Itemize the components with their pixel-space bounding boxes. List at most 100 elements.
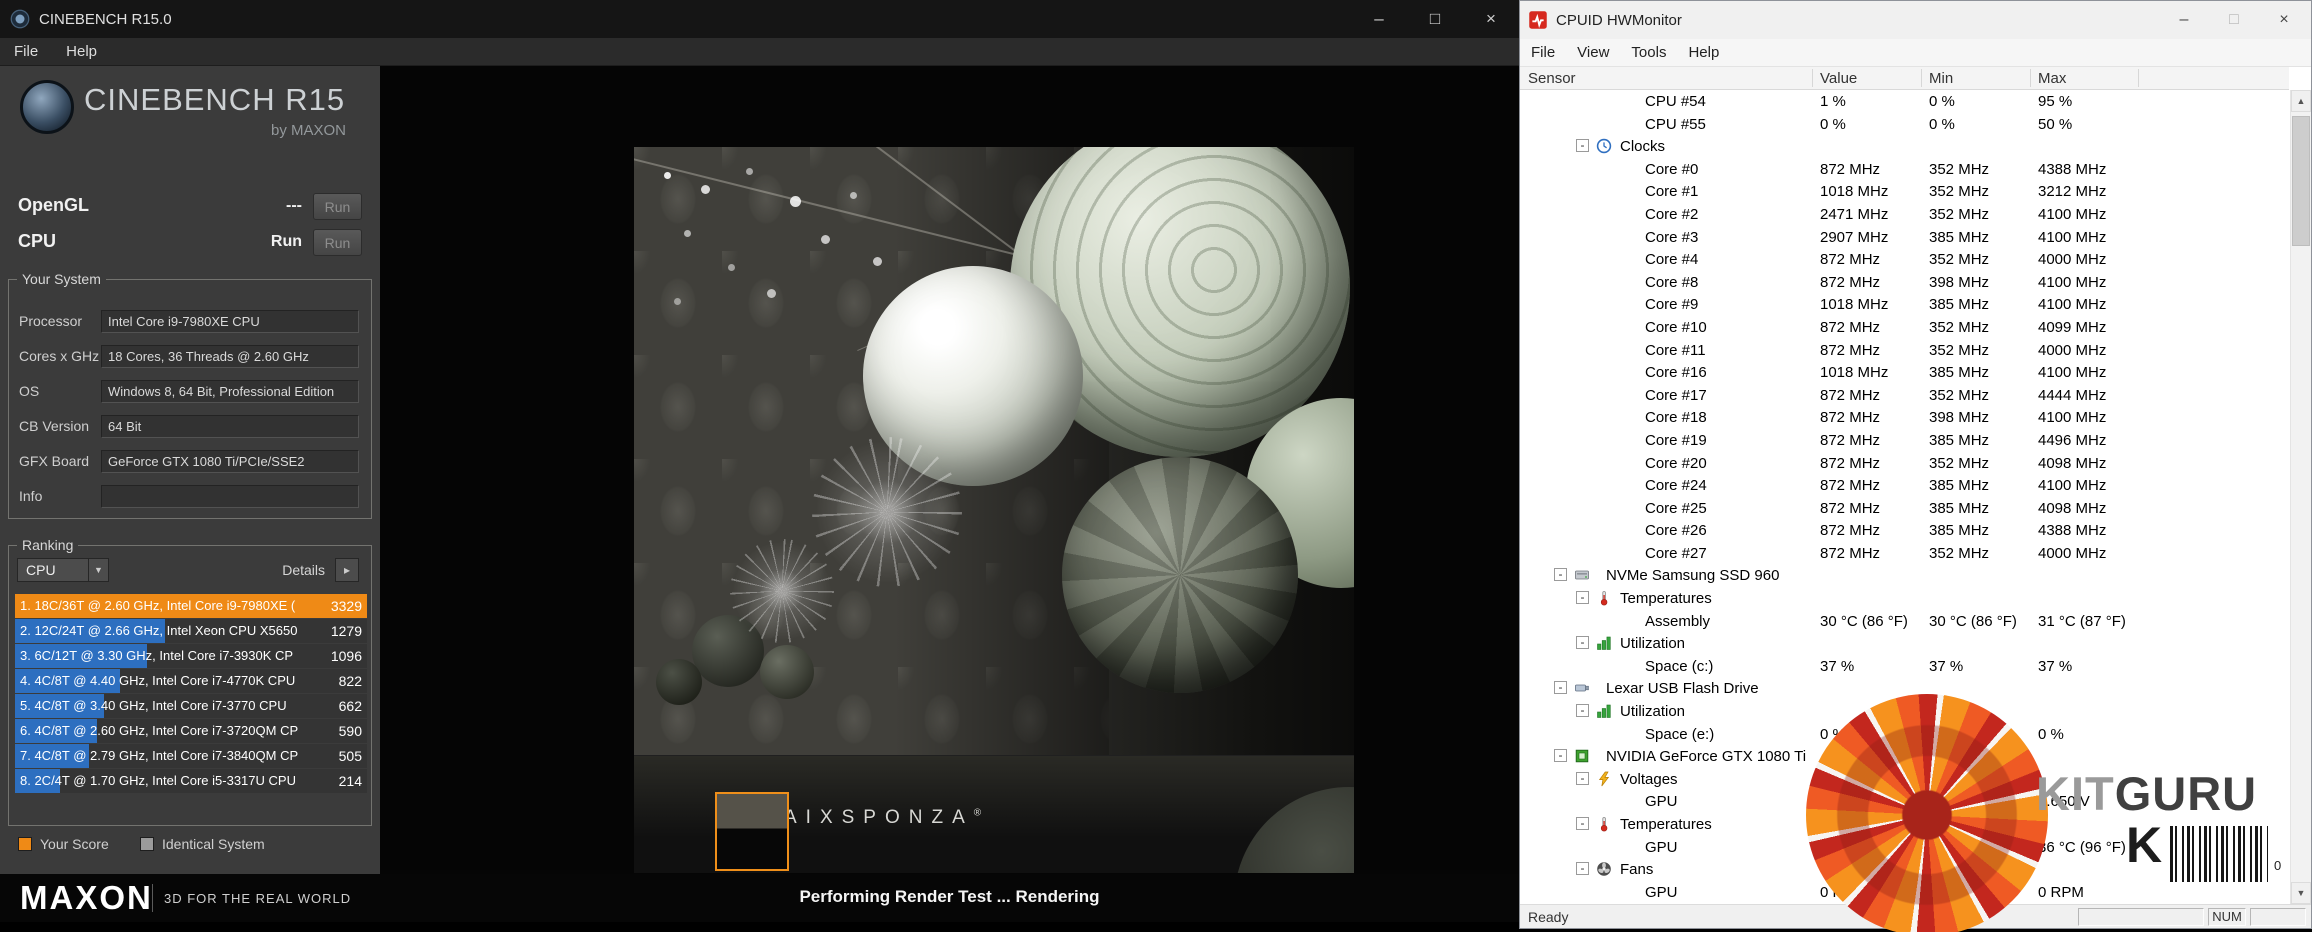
close-icon[interactable]: × xyxy=(1463,0,1519,38)
system-field-value[interactable] xyxy=(101,485,359,508)
column-separator[interactable] xyxy=(1921,69,1922,87)
column-separator[interactable] xyxy=(1812,69,1813,87)
sensor-max: 0 RPM xyxy=(2038,884,2084,901)
sensor-max: 4098 MHz xyxy=(2038,455,2106,472)
cinebench-titlebar[interactable]: CINEBENCH R15.0 – □ × xyxy=(0,0,1519,38)
ranking-row[interactable]: 1. 18C/36T @ 2.60 GHz, Intel Core i9-798… xyxy=(15,594,367,618)
maximize-icon[interactable]: □ xyxy=(1407,0,1463,38)
temp-icon xyxy=(1596,816,1612,832)
scroll-down-icon[interactable]: ▼ xyxy=(2291,882,2311,904)
details-button[interactable]: ▸ xyxy=(335,558,359,582)
tree-expander-icon[interactable]: - xyxy=(1576,772,1589,785)
system-field-value[interactable]: Windows 8, 64 Bit, Professional Edition xyxy=(101,380,359,403)
maximize-icon[interactable]: □ xyxy=(2209,1,2259,39)
sensor-row[interactable]: Core #22471 MHz352 MHz4100 MHz xyxy=(1520,203,2289,226)
sensor-row[interactable]: Core #19872 MHz385 MHz4496 MHz xyxy=(1520,429,2289,452)
sensor-max: 0 % xyxy=(2038,726,2064,743)
sensor-row[interactable]: Core #11018 MHz352 MHz3212 MHz xyxy=(1520,180,2289,203)
sensor-row[interactable]: Core #18872 MHz398 MHz4100 MHz xyxy=(1520,406,2289,429)
small-ornament xyxy=(656,659,702,705)
system-fields: Processor Intel Core i9-7980XE CPU Cores… xyxy=(9,280,371,520)
sensor-row[interactable]: Core #17872 MHz352 MHz4444 MHz xyxy=(1520,384,2289,407)
ranking-row[interactable]: 2. 12C/24T @ 2.66 GHz, Intel Xeon CPU X5… xyxy=(15,619,367,643)
cinebench-logo-byline: by MAXON xyxy=(84,122,346,139)
sensor-row[interactable]: Core #161018 MHz385 MHz4100 MHz xyxy=(1520,361,2289,384)
sensor-row[interactable]: Core #20872 MHz352 MHz4098 MHz xyxy=(1520,452,2289,475)
sensor-row[interactable]: Core #25872 MHz385 MHz4098 MHz xyxy=(1520,497,2289,520)
sensor-min: 398 MHz xyxy=(1929,274,1989,291)
close-icon[interactable]: × xyxy=(2259,1,2309,39)
sensor-row[interactable]: Core #24872 MHz385 MHz4100 MHz xyxy=(1520,474,2289,497)
sensor-label: Lexar USB Flash Drive xyxy=(1606,680,1759,697)
sensor-row[interactable]: Space (c:)37 %37 %37 % xyxy=(1520,655,2289,678)
tree-expander-icon[interactable]: - xyxy=(1554,749,1567,762)
sensor-row[interactable]: Core #26872 MHz385 MHz4388 MHz xyxy=(1520,519,2289,542)
column-value[interactable]: Value xyxy=(1820,70,1857,87)
sensor-value: 872 MHz xyxy=(1820,274,1880,291)
tree-expander-icon[interactable]: - xyxy=(1576,139,1589,152)
ranking-row[interactable]: 4. 4C/8T @ 4.40 GHz, Intel Core i7-4770K… xyxy=(15,669,367,693)
opengl-run-button[interactable]: Run xyxy=(313,193,362,220)
tree-expander-icon[interactable]: - xyxy=(1576,862,1589,875)
system-field-value[interactable]: GeForce GTX 1080 Ti/PCIe/SSE2 xyxy=(101,450,359,473)
system-field-row: OS Windows 8, 64 Bit, Professional Editi… xyxy=(9,380,371,403)
system-field-value[interactable]: 64 Bit xyxy=(101,415,359,438)
column-max[interactable]: Max xyxy=(2038,70,2066,87)
sensor-row[interactable]: Core #32907 MHz385 MHz4100 MHz xyxy=(1520,226,2289,249)
tree-expander-icon[interactable]: - xyxy=(1576,817,1589,830)
menu-item[interactable]: File xyxy=(0,38,52,65)
scrollbar-thumb[interactable] xyxy=(2292,116,2310,246)
tree-expander-icon[interactable]: - xyxy=(1554,568,1567,581)
menu-item[interactable]: View xyxy=(1566,39,1620,66)
column-header[interactable]: Sensor Value Min Max xyxy=(1520,67,2289,90)
ranking-filter-dropdown[interactable]: CPU ▼ xyxy=(17,558,109,582)
ranking-row[interactable]: 6. 4C/8T @ 2.60 GHz, Intel Core i7-3720Q… xyxy=(15,719,367,743)
column-sensor[interactable]: Sensor xyxy=(1528,70,1576,87)
sensor-row[interactable]: Core #0872 MHz352 MHz4388 MHz xyxy=(1520,158,2289,181)
sensor-row[interactable]: -Clocks xyxy=(1520,135,2289,158)
sensor-row[interactable]: Assembly30 °C (86 °F)30 °C (86 °F)31 °C … xyxy=(1520,610,2289,633)
system-field-value[interactable]: 18 Cores, 36 Threads @ 2.60 GHz xyxy=(101,345,359,368)
sensor-row[interactable]: -Utilization xyxy=(1520,632,2289,655)
cinebench-app-icon xyxy=(10,9,30,29)
sensor-row[interactable]: -NVMe Samsung SSD 960 xyxy=(1520,564,2289,587)
cinebench-footer: MAXON 3D FOR THE REAL WORLD Performing R… xyxy=(0,874,1519,922)
sensor-min: 0 % xyxy=(1929,116,1955,133)
ranking-row[interactable]: 3. 6C/12T @ 3.30 GHz, Intel Core i7-3930… xyxy=(15,644,367,668)
sensor-row[interactable]: Core #10872 MHz352 MHz4099 MHz xyxy=(1520,316,2289,339)
sensor-row[interactable]: Core #8872 MHz398 MHz4100 MHz xyxy=(1520,271,2289,294)
sensor-label: Space (e:) xyxy=(1645,726,1714,743)
ornate-sphere xyxy=(1062,457,1298,693)
menu-item[interactable]: File xyxy=(1520,39,1566,66)
scroll-up-icon[interactable]: ▲ xyxy=(2291,90,2311,112)
menu-item[interactable]: Tools xyxy=(1620,39,1677,66)
minimize-icon[interactable]: – xyxy=(1351,0,1407,38)
sensor-row[interactable]: CPU #541 %0 %95 % xyxy=(1520,90,2289,113)
ranking-row[interactable]: 7. 4C/8T @ 2.79 GHz, Intel Core i7-3840Q… xyxy=(15,744,367,768)
sensor-row[interactable]: Core #91018 MHz385 MHz4100 MHz xyxy=(1520,293,2289,316)
system-field-value[interactable]: Intel Core i9-7980XE CPU xyxy=(101,310,359,333)
disk-icon xyxy=(1574,567,1590,583)
sensor-row[interactable]: CPU #550 %0 %50 % xyxy=(1520,113,2289,136)
ranking-row[interactable]: 5. 4C/8T @ 3.40 GHz, Intel Core i7-3770 … xyxy=(15,694,367,718)
kitguru-swirl-logo xyxy=(1806,694,2048,932)
sensor-row[interactable]: Core #27872 MHz352 MHz4000 MHz xyxy=(1520,542,2289,565)
cpu-run-button[interactable]: Run xyxy=(313,229,362,256)
sensor-max: 4099 MHz xyxy=(2038,319,2106,336)
sensor-row[interactable]: Core #4872 MHz352 MHz4000 MHz xyxy=(1520,248,2289,271)
sensor-row[interactable]: Core #11872 MHz352 MHz4000 MHz xyxy=(1520,339,2289,362)
tree-expander-icon[interactable]: - xyxy=(1576,704,1589,717)
column-separator[interactable] xyxy=(2030,69,2031,87)
ranking-row[interactable]: 8. 2C/4T @ 1.70 GHz, Intel Core i5-3317U… xyxy=(15,769,367,793)
minimize-icon[interactable]: – xyxy=(2159,1,2209,39)
scrollbar[interactable]: ▲ ▼ xyxy=(2290,90,2311,904)
tree-expander-icon[interactable]: - xyxy=(1554,681,1567,694)
hwmonitor-titlebar[interactable]: CPUID HWMonitor – □ × xyxy=(1520,1,2311,39)
tree-expander-icon[interactable]: - xyxy=(1576,591,1589,604)
tree-expander-icon[interactable]: - xyxy=(1576,636,1589,649)
menu-item[interactable]: Help xyxy=(1677,39,1730,66)
menu-item[interactable]: Help xyxy=(52,38,111,65)
column-min[interactable]: Min xyxy=(1929,70,1953,87)
column-separator[interactable] xyxy=(2138,69,2139,87)
sensor-row[interactable]: -Temperatures xyxy=(1520,587,2289,610)
